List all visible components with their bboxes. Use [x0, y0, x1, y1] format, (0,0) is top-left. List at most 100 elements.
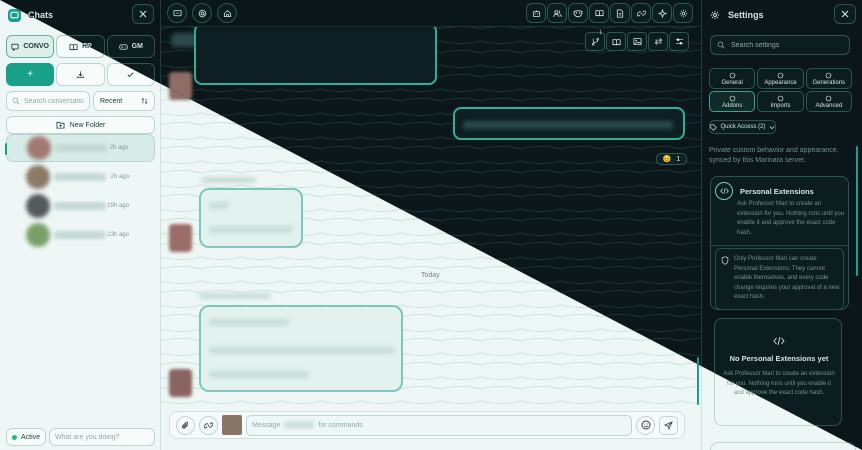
settings-tab-advanced[interactable]: Advanced: [805, 91, 852, 112]
puzzle-icon: [729, 95, 736, 102]
sender-name-blur: [199, 293, 271, 299]
chat-tool-row: 1: [584, 30, 689, 51]
lorebook-button[interactable]: [589, 3, 609, 23]
home-icon: [223, 9, 232, 18]
chat-time: 2h ago: [110, 174, 129, 180]
message-avatar[interactable]: [169, 369, 192, 397]
active-chat-indicator: [5, 143, 7, 155]
bot-icon: [532, 9, 541, 18]
notes-button[interactable]: [610, 3, 630, 23]
chat-avatar: [27, 136, 51, 160]
message-input[interactable]: Message for commands: [246, 414, 632, 436]
link-icon: [204, 421, 213, 430]
persona-avatar[interactable]: [222, 415, 242, 435]
link-button[interactable]: [199, 415, 218, 435]
sliders-icon: [729, 72, 736, 79]
import-chat-button[interactable]: [56, 63, 105, 86]
emoji-button[interactable]: [636, 415, 655, 435]
settings-tab-label: Generations: [812, 79, 846, 86]
chat-name-blur: [54, 231, 106, 239]
status-selector[interactable]: Active: [6, 428, 46, 446]
branch-button[interactable]: 1: [585, 30, 605, 51]
settings-tabs: General Appearance Generations Addons Import…: [709, 68, 852, 112]
toolbar-right: [525, 3, 693, 23]
book-open-icon: [611, 38, 621, 46]
chats-logo-icon: [8, 8, 21, 22]
chat-list-item[interactable]: 2h ago: [5, 134, 155, 162]
code-icon: [715, 182, 733, 200]
settings-search-box: [710, 35, 850, 55]
status-input[interactable]: [55, 433, 154, 441]
wave-line: [161, 88, 701, 92]
bot-button[interactable]: [526, 3, 546, 23]
settings-tab-generations[interactable]: Generations: [805, 68, 852, 89]
mention-button[interactable]: [192, 3, 212, 23]
settings-tab-addons[interactable]: Addons: [709, 91, 756, 112]
send-button[interactable]: [659, 415, 678, 435]
chat-bubble-icon: [11, 43, 19, 51]
personal-extensions-header: Personal Extensions: [715, 182, 814, 200]
chat-list-item[interactable]: 23h ago: [6, 221, 155, 249]
gallery-book-button[interactable]: [606, 32, 626, 51]
message-bubble-user[interactable]: [453, 107, 685, 140]
message-bubble-ai[interactable]: [199, 188, 303, 248]
chat-history-button[interactable]: [167, 3, 187, 23]
message-blur: [209, 347, 395, 354]
reaction-count: 1: [676, 155, 681, 163]
tab-gm[interactable]: GM: [106, 35, 155, 58]
extensions-note-text: Only Professor Mari can create Personal …: [734, 256, 840, 300]
tab-convo[interactable]: CONVO: [6, 35, 55, 58]
chat-options-button[interactable]: [669, 32, 689, 51]
settings-scrollbar[interactable]: [856, 146, 858, 276]
gear-icon: [679, 9, 688, 18]
settings-description: Private custom behavior and appearance, …: [709, 147, 839, 164]
message-placeholder-suffix: for commands: [318, 421, 363, 429]
wrench-icon: [825, 95, 832, 102]
chat-avatar: [26, 223, 50, 247]
chat-list-item[interactable]: 2h ago: [6, 163, 155, 191]
swap-button[interactable]: [648, 32, 668, 51]
branch-count-badge: 1: [599, 30, 602, 36]
sort-select[interactable]: Recent: [93, 91, 155, 111]
chat-list-item[interactable]: 19h ago: [6, 192, 155, 220]
settings-tab-imports[interactable]: Imports: [757, 91, 804, 112]
message-bubble-ai[interactable]: [194, 27, 437, 85]
settings-button[interactable]: [673, 3, 693, 23]
message-reaction[interactable]: 😣 1: [656, 153, 687, 165]
new-folder-button[interactable]: New Folder: [6, 116, 155, 134]
message-avatar[interactable]: [169, 224, 192, 252]
settings-next-card: [710, 442, 856, 450]
attach-button[interactable]: [176, 415, 195, 435]
chat-time: 23h ago: [107, 232, 129, 238]
chat-search-box: [6, 91, 90, 111]
chat-avatar: [26, 165, 50, 189]
message-blur: [463, 121, 673, 129]
message-bubble-ai[interactable]: [199, 305, 403, 392]
chat-avatar: [26, 194, 50, 218]
arrows-swap-icon: [654, 37, 663, 46]
extensions-security-note: Only Professor Mari can create Personal …: [715, 248, 844, 310]
settings-search-input[interactable]: [731, 41, 841, 49]
personas-button[interactable]: [568, 3, 588, 23]
send-icon: [664, 420, 673, 430]
close-icon: [841, 10, 849, 18]
chat-search-input[interactable]: [24, 97, 84, 105]
gear-icon: [710, 10, 720, 20]
personal-extensions-text: Ask Professor Mari to create an extensio…: [737, 201, 845, 236]
close-sidebar-button[interactable]: [132, 4, 154, 24]
agents-button[interactable]: [652, 3, 672, 23]
close-icon: [139, 10, 147, 18]
tab-convo-label: CONVO: [23, 43, 49, 50]
link-icon: [636, 9, 646, 18]
quick-access-dropdown[interactable]: Quick Access (2): [709, 120, 776, 134]
connections-button[interactable]: [631, 3, 651, 23]
message-blur: [209, 226, 293, 233]
characters-button[interactable]: [547, 3, 567, 23]
image-button[interactable]: [627, 32, 647, 51]
home-button[interactable]: [217, 3, 237, 23]
settings-tab-appearance[interactable]: Appearance: [757, 68, 804, 89]
check-icon: [126, 70, 135, 79]
settings-tab-general[interactable]: General: [709, 68, 756, 89]
close-settings-button[interactable]: [834, 4, 856, 24]
new-chat-button[interactable]: +: [6, 63, 55, 86]
